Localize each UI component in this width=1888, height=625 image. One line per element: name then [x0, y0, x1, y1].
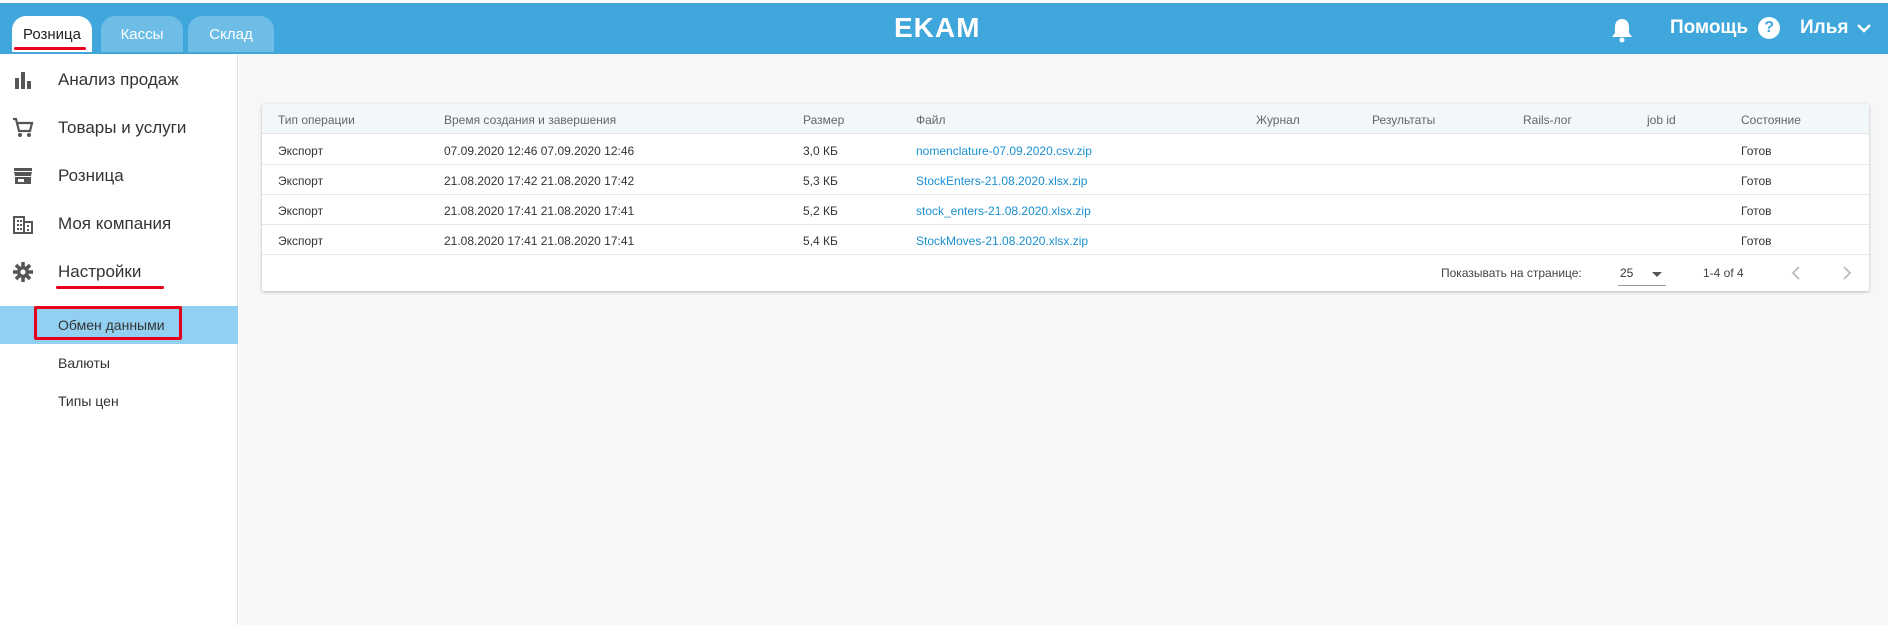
file-link[interactable]: nomenclature-07.09.2020.csv.zip [916, 144, 1092, 158]
cell-time: 21.08.2020 17:41 21.08.2020 17:41 [444, 204, 635, 218]
chevron-left-icon[interactable] [1788, 264, 1806, 282]
column-header-rails-log[interactable]: Rails-лог [1523, 113, 1572, 127]
tab-kassy[interactable]: Кассы [101, 16, 183, 52]
column-header-results[interactable]: Результаты [1372, 113, 1435, 127]
help-label: Помощь [1670, 17, 1749, 38]
help-menu[interactable]: Помощь ? [1670, 17, 1781, 39]
column-header-time[interactable]: Время создания и завершения [444, 113, 616, 127]
cell-type: Экспорт [278, 144, 324, 158]
settings-underline [56, 286, 164, 289]
column-header-type[interactable]: Тип операции [278, 113, 355, 127]
sidebar-subitem-price-types[interactable]: Типы цен [0, 382, 238, 420]
file-link[interactable]: StockMoves-21.08.2020.xlsx.zip [916, 234, 1088, 248]
file-link[interactable]: stock_enters-21.08.2020.xlsx.zip [916, 204, 1091, 218]
cell-time: 21.08.2020 17:41 21.08.2020 17:41 [444, 234, 635, 248]
bar-chart-icon [15, 72, 31, 89]
per-page-value: 25 [1620, 266, 1634, 280]
help-icon: ? [1758, 17, 1781, 39]
tab-active-underline [14, 47, 86, 50]
column-header-journal[interactable]: Журнал [1256, 113, 1300, 127]
chevron-down-icon [1856, 24, 1871, 33]
column-header-size[interactable]: Размер [803, 113, 844, 127]
column-header-job-id[interactable]: job id [1647, 113, 1676, 127]
cell-state: Готов [1741, 234, 1772, 248]
building-icon [13, 216, 33, 234]
exchange-table: Тип операции Время создания и завершения… [262, 104, 1869, 291]
table-row: Экспорт 21.08.2020 17:42 21.08.2020 17:4… [262, 165, 1869, 195]
cart-icon [13, 117, 34, 137]
cell-type: Экспорт [278, 204, 324, 218]
column-header-state[interactable]: Состояние [1741, 113, 1801, 127]
sidebar-item-goods[interactable]: Товары и услуги [0, 108, 238, 148]
cell-size: 5,3 КБ [803, 174, 838, 188]
cell-state: Готов [1741, 174, 1772, 188]
cell-size: 5,4 КБ [803, 234, 838, 248]
table-row: Экспорт 21.08.2020 17:41 21.08.2020 17:4… [262, 225, 1869, 255]
cell-time: 21.08.2020 17:42 21.08.2020 17:42 [444, 174, 635, 188]
user-menu[interactable]: Илья [1800, 17, 1871, 39]
cell-state: Готов [1741, 204, 1772, 218]
app-logo[interactable]: EKAM [894, 12, 980, 44]
cell-time: 07.09.2020 12:46 07.09.2020 12:46 [444, 144, 635, 158]
sidebar-subitem-currencies[interactable]: Валюты [0, 344, 238, 382]
sidebar-item-company[interactable]: Моя компания [0, 204, 238, 244]
cell-state: Готов [1741, 144, 1772, 158]
cell-size: 5,2 КБ [803, 204, 838, 218]
cell-type: Экспорт [278, 174, 324, 188]
column-header-file[interactable]: Файл [916, 113, 946, 127]
table-footer: Показывать на странице: 25 1-4 of 4 [262, 255, 1869, 291]
gear-icon [13, 262, 33, 282]
table-row: Экспорт 21.08.2020 17:41 21.08.2020 17:4… [262, 195, 1869, 225]
per-page-select[interactable]: 25 [1618, 260, 1666, 286]
store-icon [14, 168, 32, 184]
tab-sklad[interactable]: Склад [188, 16, 274, 52]
table-row: Экспорт 07.09.2020 12:46 07.09.2020 12:4… [262, 135, 1869, 165]
caret-down-icon [1652, 272, 1662, 277]
highlight-box [34, 306, 182, 340]
user-name: Илья [1800, 17, 1849, 38]
sidebar-item-retail[interactable]: Розница [0, 156, 238, 196]
pagination-range: 1-4 of 4 [1703, 266, 1744, 280]
chevron-right-icon[interactable] [1837, 264, 1855, 282]
top-bar: Розница Кассы Склад EKAM Помощь ? Илья [0, 0, 1888, 54]
table-header: Тип операции Время создания и завершения… [262, 104, 1869, 134]
file-link[interactable]: StockEnters-21.08.2020.xlsx.zip [916, 174, 1087, 188]
cell-size: 3,0 КБ [803, 144, 838, 158]
per-page-label: Показывать на странице: [1441, 266, 1582, 280]
cell-type: Экспорт [278, 234, 324, 248]
sidebar-item-sales-analysis[interactable]: Анализ продаж [0, 60, 238, 100]
bell-icon[interactable] [1610, 17, 1634, 43]
